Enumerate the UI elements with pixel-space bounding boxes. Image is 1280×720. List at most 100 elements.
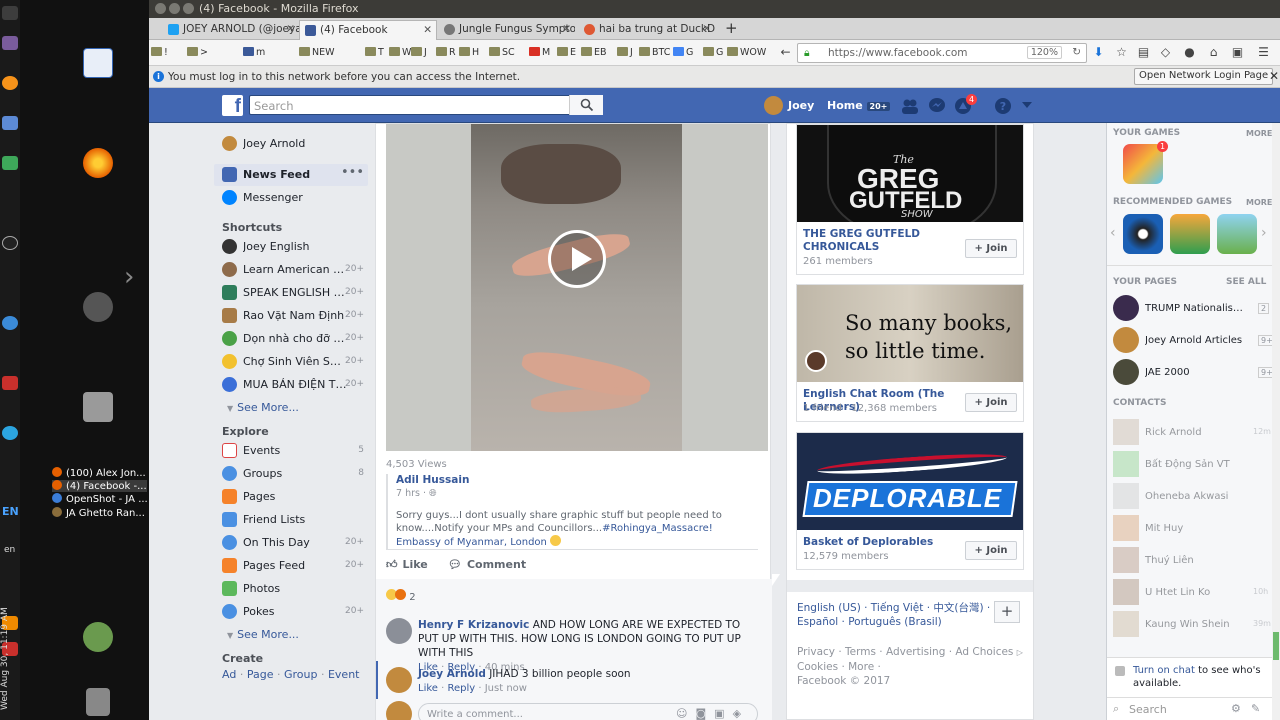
save-page-icon[interactable]: ▣	[1231, 46, 1244, 59]
chat-search-input[interactable]: ⌕ Search ⚙ ✎	[1107, 697, 1280, 720]
post-timestamp[interactable]: 7 hrs · 🌐︎	[396, 488, 756, 499]
bookmark[interactable]: SC	[489, 47, 515, 58]
avatar[interactable]	[386, 618, 412, 644]
obs-icon[interactable]	[2, 236, 18, 250]
compose-icon[interactable]: ✎	[1251, 702, 1260, 715]
system-clock[interactable]: Wed Aug 30, 11:19 AM	[0, 590, 20, 710]
see-more-shortcuts-link[interactable]: ▼ See More...	[227, 401, 299, 414]
help-icon[interactable]: ?	[994, 97, 1012, 115]
sticker-icon[interactable]: ◈	[733, 707, 749, 720]
chrome-icon[interactable]	[2, 316, 18, 330]
chevron-down-icon[interactable]	[1022, 102, 1032, 108]
ubuntu-icon[interactable]	[83, 292, 113, 322]
bookmark[interactable]: T	[365, 47, 384, 58]
bookmark[interactable]: WOW	[727, 47, 766, 58]
tab-twitter[interactable]: JOEY ARNOLD (@joeyarnold)✕	[163, 20, 299, 40]
bitcoin-icon[interactable]	[2, 76, 18, 90]
contact-item[interactable]: Oheneba Akwasi	[1113, 483, 1273, 511]
contact-item[interactable]: Thuý Liên	[1113, 547, 1273, 575]
shortcut-item[interactable]: Chợ Sinh Viên Sư ... 20+	[214, 351, 368, 373]
profile-link[interactable]: Joey	[788, 99, 814, 112]
close-tab-icon[interactable]: ✕	[562, 23, 571, 35]
sidebar-item-pokes[interactable]: Pokes 20+	[214, 601, 368, 623]
turn-on-chat-link[interactable]: Turn on chat	[1133, 665, 1195, 676]
taskbar-item[interactable]: (4) Facebook -...	[52, 480, 147, 492]
telegram-icon[interactable]	[2, 426, 18, 440]
shortcut-item[interactable]: Rao Vặt Nam Định 20+	[214, 305, 368, 327]
page-item[interactable]: JAE 2000 9+	[1113, 359, 1276, 387]
shortcut-item[interactable]: MUA BÁN ĐIỆN TH... 20+	[214, 374, 368, 396]
hamburger-menu-icon[interactable]: ☰	[1257, 46, 1270, 59]
comment-author-link[interactable]: Henry F Krizanovic	[418, 619, 529, 631]
add-language-button[interactable]: +	[994, 601, 1020, 623]
maximize-window-button[interactable]	[183, 3, 194, 14]
page-scrollbar[interactable]	[1272, 123, 1280, 720]
tab-duckduckgo[interactable]: hai ba trung at DuckDuckGo✕	[579, 20, 715, 40]
bookmark-star-icon[interactable]: ☆	[1115, 46, 1128, 59]
taskbar-item[interactable]: OpenShot - JA ...	[52, 493, 148, 505]
join-group-button[interactable]: + Join	[965, 393, 1017, 412]
join-group-button[interactable]: + Join	[965, 541, 1017, 560]
language-indicator[interactable]: EN	[2, 505, 19, 518]
close-tab-icon[interactable]: ✕	[423, 24, 432, 36]
taskbar-item[interactable]: JA Ghetto Ran...	[52, 507, 145, 519]
facebook-logo-icon[interactable]: f	[222, 95, 243, 116]
game-icon[interactable]	[1170, 214, 1210, 254]
gif-icon[interactable]: ▣	[714, 707, 732, 720]
user-share-icon[interactable]	[83, 622, 113, 652]
close-window-button[interactable]	[155, 3, 166, 14]
create-page-link[interactable]: Page	[247, 668, 274, 681]
close-tab-icon[interactable]: ✕	[286, 23, 295, 35]
see-all-pages-link[interactable]: SEE ALL	[1226, 277, 1266, 287]
home-icon[interactable]: ⌂	[1207, 46, 1220, 59]
tab-jungle-fungus[interactable]: Jungle Fungus Symptoms✕	[439, 20, 575, 40]
bookmark[interactable]: G	[673, 47, 693, 58]
bookmark[interactable]: >	[187, 47, 208, 58]
chevron-right-icon[interactable]: ›	[1261, 225, 1267, 241]
scrollbar-thumb[interactable]	[1273, 632, 1279, 660]
create-event-link[interactable]: Event	[328, 668, 360, 681]
bookmark[interactable]: G	[703, 47, 723, 58]
sidebar-item-pages-feed[interactable]: Pages Feed 20+	[214, 555, 368, 577]
sidebar-item-profile[interactable]: Joey Arnold	[214, 133, 368, 155]
extension-icon[interactable]: ●	[1183, 46, 1196, 59]
emoji-icon[interactable]: ☺	[676, 707, 695, 720]
pocket-icon[interactable]: ◇	[1159, 46, 1172, 59]
sidebar-item-friend-lists[interactable]: Friend Lists	[214, 509, 368, 531]
comment-button[interactable]: 💬︎ Comment	[448, 558, 526, 571]
profile-avatar[interactable]	[764, 96, 783, 115]
shortcut-item[interactable]: SPEAK ENGLISH F... 20+	[214, 282, 368, 304]
video-player[interactable]	[386, 124, 768, 451]
comment-reply-link[interactable]: Reply	[447, 683, 475, 694]
more-recommended-link[interactable]: MORE	[1246, 198, 1272, 207]
bookmark[interactable]: m	[243, 47, 265, 58]
group-name-link[interactable]: Basket of Deplorables	[803, 536, 963, 549]
create-ad-link[interactable]: Ad	[222, 668, 236, 681]
archive-icon[interactable]	[83, 392, 113, 422]
join-group-button[interactable]: + Join	[965, 239, 1017, 258]
chevron-right-icon[interactable]: ›	[124, 262, 134, 292]
play-icon[interactable]	[548, 230, 606, 288]
contact-item[interactable]: U Htet Lin Ko 10h	[1113, 579, 1273, 607]
search-input[interactable]: Search	[249, 95, 603, 115]
comment-author-link[interactable]: Joey Arnold	[418, 668, 486, 680]
candy-crush-icon[interactable]	[1123, 144, 1163, 184]
notes-icon[interactable]	[2, 36, 18, 50]
sidebar-item-events[interactable]: Events 5	[214, 440, 368, 462]
bookmark[interactable]: BTC	[639, 47, 670, 58]
firefox-icon[interactable]	[83, 148, 113, 178]
chevron-left-icon[interactable]: ‹	[1110, 225, 1116, 241]
moto-game-icon[interactable]	[1217, 214, 1257, 254]
bookmark[interactable]: !	[151, 47, 168, 58]
terminal-icon[interactable]	[2, 6, 18, 20]
group-cover-image[interactable]: So many books, so little time.	[797, 285, 1023, 382]
contact-item[interactable]: Rick Arnold 12m	[1113, 419, 1273, 447]
new-tab-button[interactable]: +	[725, 19, 738, 37]
close-icon[interactable]: ✕	[1269, 69, 1279, 83]
zoom-level[interactable]: 120%	[1026, 46, 1062, 59]
bookmark[interactable]: E	[557, 47, 576, 58]
like-button[interactable]: 👍︎ Like	[386, 558, 428, 571]
bookmark[interactable]: J	[617, 47, 633, 58]
group-name-link[interactable]: THE GREG GUTFELD CHRONICALS	[803, 228, 963, 254]
camera-icon[interactable]: ◙	[695, 707, 714, 720]
